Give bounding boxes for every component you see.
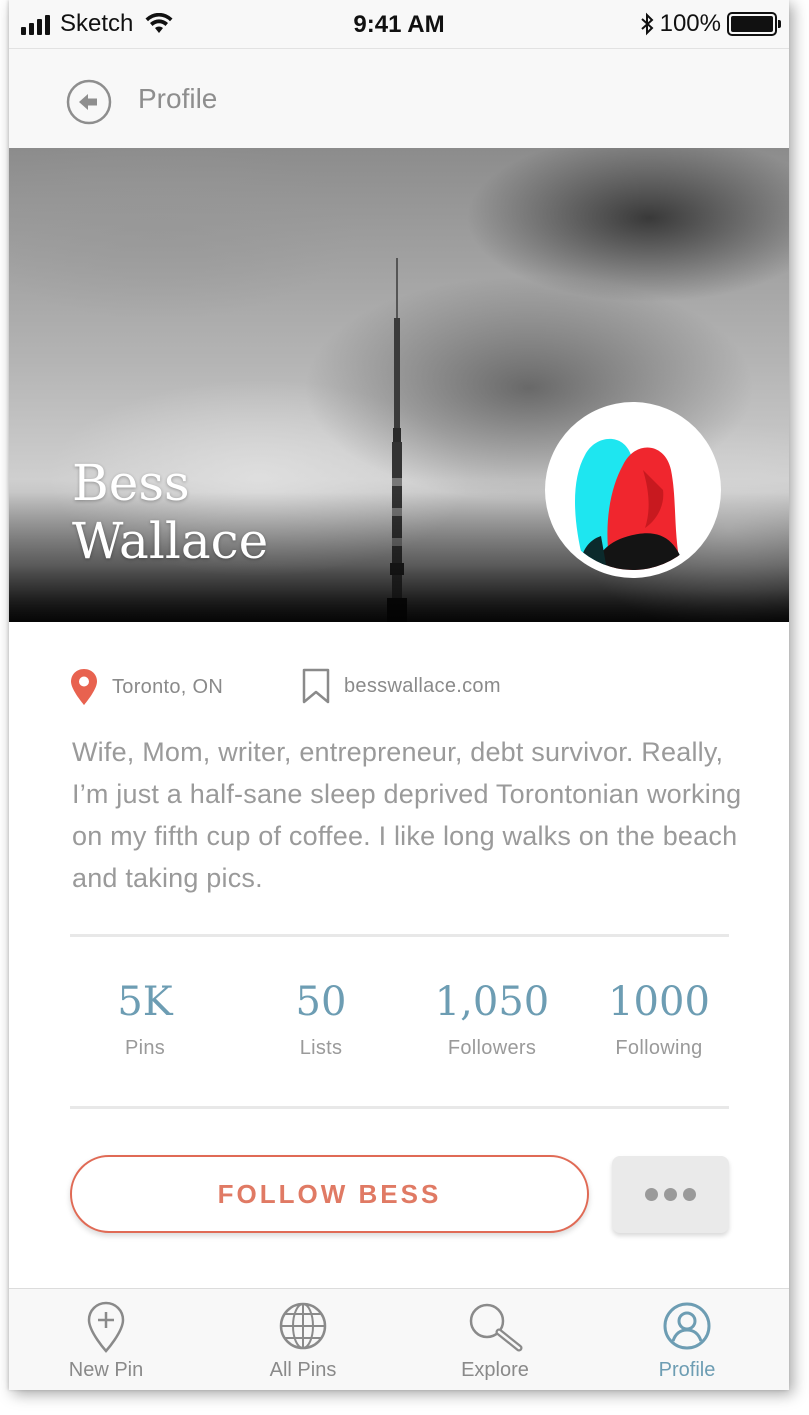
nav-header: Profile [9, 48, 789, 148]
profile-icon [663, 1302, 711, 1350]
divider [70, 1106, 729, 1109]
tab-explore[interactable]: Explore [415, 1289, 575, 1390]
stat-lists[interactable]: 50 Lists [246, 975, 396, 1060]
location-pin-icon [71, 669, 97, 705]
stat-followers[interactable]: 1,050 Followers [417, 975, 567, 1060]
battery-percent: 100% [659, 10, 721, 37]
website-link[interactable]: besswallace.com [302, 668, 501, 704]
pin-plus-icon [87, 1301, 125, 1353]
stat-label: Pins [124, 1037, 166, 1059]
profile-stats: 5K Pins 50 Lists 1,050 Followers 1000 Fo… [70, 975, 729, 1075]
stat-value: 1,050 [434, 979, 550, 1025]
stat-value: 50 [295, 979, 347, 1025]
globe-icon [279, 1302, 327, 1350]
bluetooth-icon [640, 12, 654, 36]
battery-icon [727, 12, 781, 36]
tab-label: Profile [658, 1359, 716, 1381]
tab-label: All Pins [269, 1359, 337, 1381]
tab-profile[interactable]: Profile [607, 1289, 767, 1390]
location-text: Toronto, ON [112, 675, 224, 698]
profile-meta: Toronto, ON besswallace.com [70, 668, 730, 708]
battery-level [731, 16, 773, 32]
tab-bar: New Pin All Pins Explore Profile [9, 1288, 789, 1390]
page-title: Profile [138, 83, 218, 114]
tab-new-pin[interactable]: New Pin [26, 1289, 186, 1390]
profile-first-name: Bess [72, 454, 190, 512]
stat-label: Lists [299, 1037, 343, 1059]
tab-label: Explore [461, 1359, 529, 1381]
website-text: besswallace.com [344, 674, 501, 697]
follow-button[interactable]: FOLLOW BESS [70, 1155, 589, 1233]
more-dots-icon [645, 1188, 696, 1201]
status-right: 100% [640, 10, 781, 38]
avatar[interactable] [545, 402, 721, 578]
stat-value: 1000 [608, 979, 710, 1025]
stat-pins[interactable]: 5K Pins [70, 975, 220, 1060]
avatar-photo [553, 410, 713, 570]
profile-name: Bess Wallace [72, 454, 268, 570]
location: Toronto, ON [70, 668, 223, 706]
divider [70, 934, 729, 937]
cover-photo: Bess Wallace [9, 148, 789, 622]
phone-screen: Sketch 9:41 AM 100% Profile Bess Wallace… [9, 0, 789, 1390]
tab-all-pins[interactable]: All Pins [223, 1289, 383, 1390]
stat-label: Followers [447, 1037, 537, 1059]
tab-label: New Pin [68, 1359, 144, 1381]
status-bar: Sketch 9:41 AM 100% [9, 0, 789, 48]
stat-value: 5K [117, 979, 173, 1025]
back-arrow-icon[interactable] [66, 79, 112, 125]
bookmark-icon [302, 668, 330, 704]
search-icon [469, 1303, 523, 1352]
profile-last-name: Wallace [72, 512, 269, 570]
more-options-button[interactable] [612, 1156, 729, 1233]
stat-label: Following [615, 1037, 703, 1059]
profile-bio: Wife, Mom, writer, entrepreneur, debt su… [72, 737, 742, 893]
stat-following[interactable]: 1000 Following [584, 975, 734, 1060]
